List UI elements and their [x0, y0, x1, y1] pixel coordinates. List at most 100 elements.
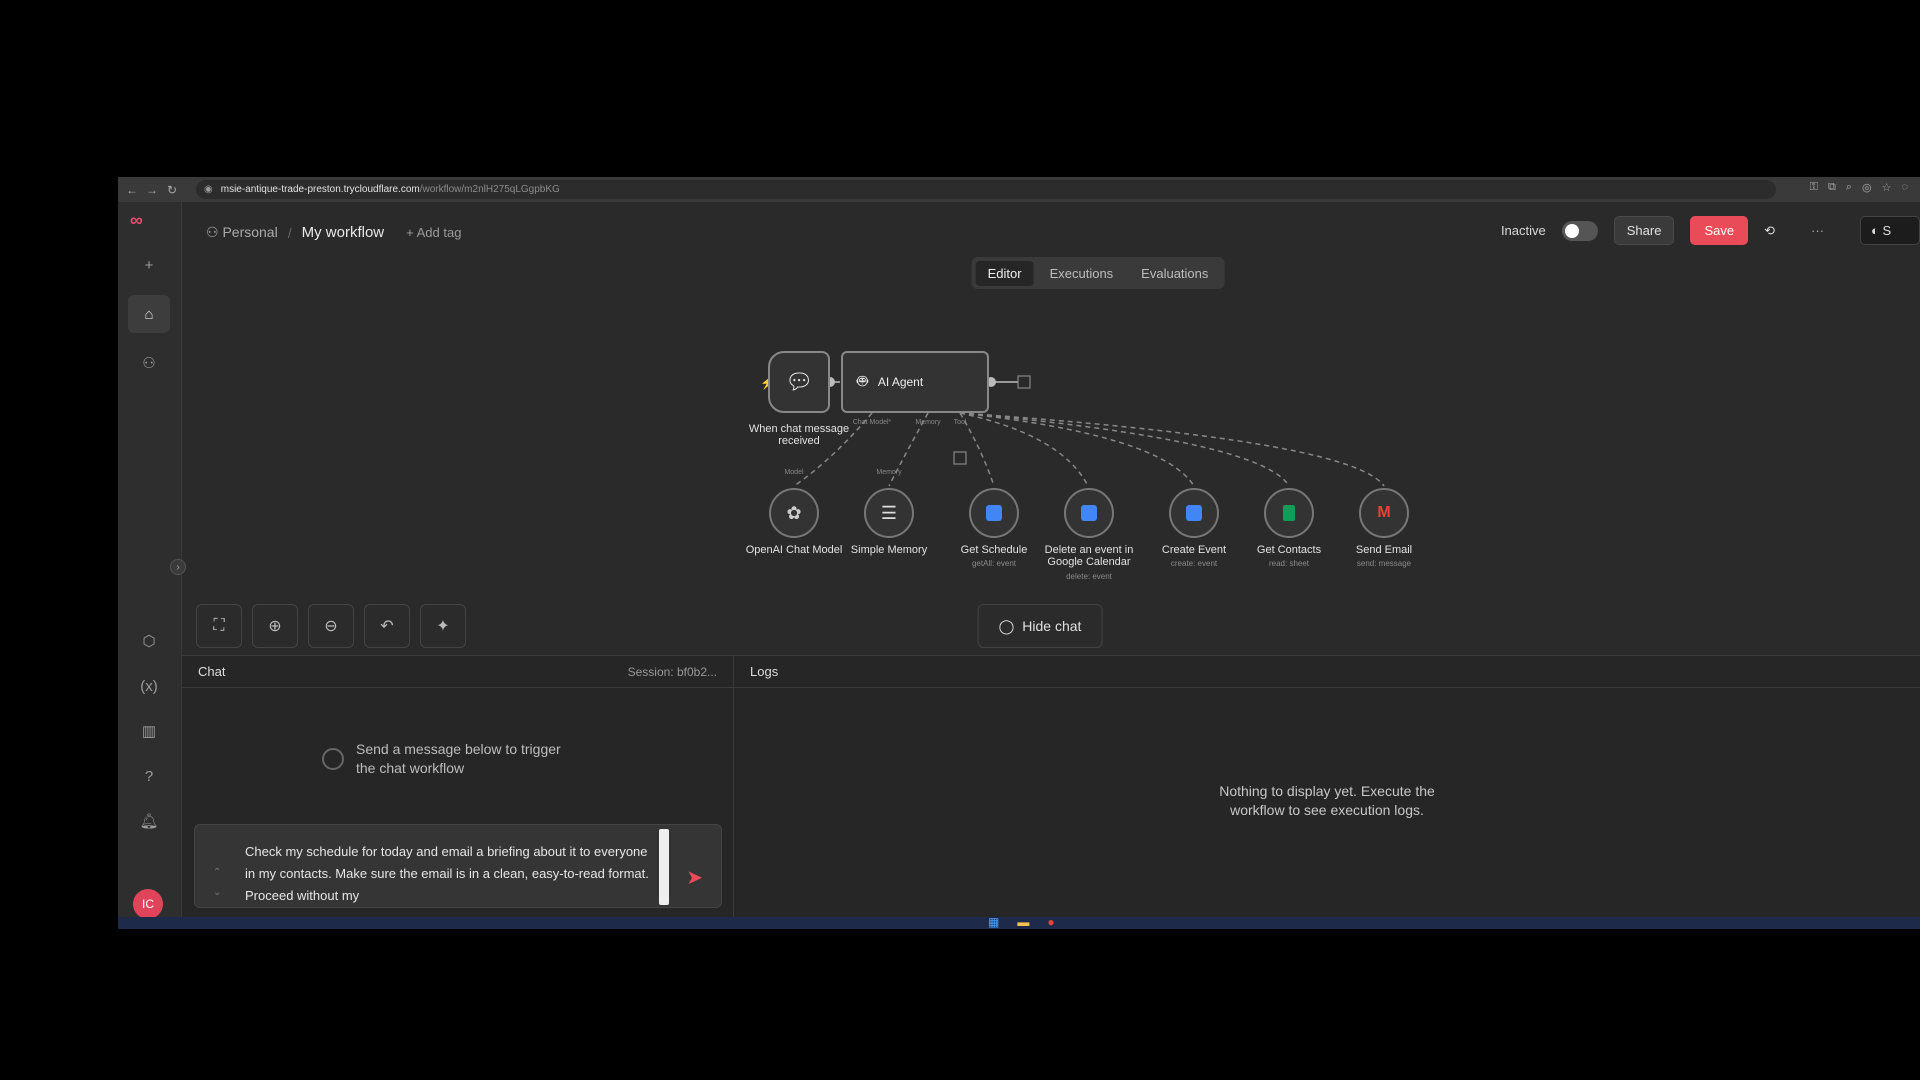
openai-icon: ✿ — [786, 502, 802, 523]
logs-pane: Logs Nothing to display yet. Execute the… — [734, 656, 1920, 929]
variables-icon[interactable]: (x) — [128, 667, 170, 705]
chat-title: Chat — [198, 664, 226, 679]
create-event-node[interactable] — [1169, 488, 1219, 538]
hide-chat-label: Hide chat — [1022, 618, 1082, 634]
history-arrows-icon[interactable]: ⌃ ⌄ — [213, 863, 221, 903]
header-actions: Inactive Share Save ⟲ ··· ◐ S — [1501, 216, 1920, 245]
workflow-canvas[interactable]: ⚡ 💬︎ When chat messagereceived 🤖︎ AI Age… — [182, 270, 1920, 655]
send-icon[interactable]: ➤ — [686, 865, 703, 890]
user-icon[interactable]: ⚇ — [128, 344, 170, 382]
chrome-icon[interactable]: ● — [1047, 915, 1054, 929]
google-calendar-icon — [1081, 505, 1097, 521]
bottom-panel: Chat Session: bf0b2... Send a message be… — [182, 655, 1920, 929]
chat-bubble-icon: 💬︎ — [785, 369, 813, 394]
more-options-button[interactable]: ··· — [1811, 223, 1824, 238]
undo-icon[interactable]: ↶ — [364, 604, 410, 648]
home-icon[interactable]: ⌂ — [128, 295, 170, 333]
hide-chat-button[interactable]: ◯ Hide chat — [977, 604, 1103, 648]
zoom-icon[interactable]: ⌕ — [1846, 181, 1852, 194]
input-scrollbar[interactable] — [659, 829, 669, 905]
canvas-controls: ⛶ ⊕ ⊖ ↶ ✦ — [196, 604, 466, 648]
eye-off-icon[interactable]: ◎ — [1862, 181, 1872, 194]
simple-memory-node[interactable]: ☰ — [864, 488, 914, 538]
forward-icon[interactable]: → — [146, 183, 158, 197]
github-star-button[interactable]: ◐ S — [1860, 216, 1920, 245]
port-memory: Memory — [915, 419, 941, 426]
logs-header: Logs — [734, 656, 1920, 688]
connection-lines: ⚡ — [760, 375, 1385, 487]
key-icon[interactable]: ⚿ — [1810, 181, 1818, 194]
taskbar-icons: ▦ ▬ ● — [988, 915, 1055, 929]
port-tool: Tool — [953, 419, 967, 426]
google-calendar-icon — [1186, 505, 1202, 521]
logs-empty-state: Nothing to display yet. Execute the work… — [1177, 782, 1477, 820]
zoom-in-icon[interactable]: ⊕ — [252, 604, 298, 648]
get-contacts-label: Get Contacts — [1256, 544, 1322, 556]
send-email-node[interactable]: M — [1359, 488, 1409, 538]
os-taskbar: ▦ ▬ ● — [118, 915, 1920, 929]
database-icon: ☰ — [880, 502, 898, 523]
url-domain: msie-antique-trade-preston.trycloudflare… — [220, 184, 420, 195]
browser-toolbar: ← → ↻ ◉ msie-antique-trade-preston.trycl… — [118, 177, 1920, 202]
translate-icon[interactable]: ⧉ — [1828, 181, 1836, 194]
save-button[interactable]: Save — [1690, 216, 1749, 245]
avatar[interactable]: IC — [133, 889, 163, 919]
github-icon: ◐ — [1871, 223, 1883, 238]
site-info-icon[interactable]: ◉ — [204, 184, 213, 195]
logs-empty-line2: workflow to see execution logs. — [1230, 802, 1424, 818]
help-icon[interactable]: ? — [128, 757, 170, 795]
robot-icon: 🤖︎ — [857, 370, 868, 391]
add-icon[interactable]: + — [128, 246, 170, 284]
add-tag-button[interactable]: + Add tag — [406, 225, 461, 240]
project-link[interactable]: ⚇ Personal — [206, 224, 278, 241]
n8n-logo[interactable]: ∞ — [130, 210, 143, 231]
profile-icon[interactable]: ◌ — [1901, 181, 1908, 194]
chat-message-input[interactable]: ⌃ ⌄ Check my schedule for today and email… — [194, 824, 722, 908]
active-toggle[interactable] — [1561, 220, 1598, 241]
breadcrumb-separator: / — [287, 224, 292, 241]
fit-view-icon[interactable]: ⛶ — [196, 604, 242, 648]
app-window: ← → ↻ ◉ msie-antique-trade-preston.trycl… — [118, 177, 1920, 929]
workflow-name[interactable]: My workflow — [302, 224, 385, 241]
chat-header: Chat Session: bf0b2... — [182, 656, 733, 688]
google-calendar-icon — [986, 505, 1002, 521]
history-icon[interactable]: ⟲ — [1764, 223, 1775, 239]
session-id[interactable]: Session: bf0b2... — [628, 665, 717, 679]
person-icon: ⚇ — [206, 224, 223, 240]
zoom-out-icon[interactable]: ⊖ — [308, 604, 354, 648]
add-tool-button — [953, 451, 967, 465]
notifications-icon[interactable]: 🔔︎ — [128, 802, 170, 840]
tidy-up-icon[interactable]: ✦ — [420, 604, 466, 648]
chat-icon: ◯ — [998, 617, 1015, 634]
chat-input-text[interactable]: Check my schedule for today and email a … — [245, 841, 655, 907]
openai-chat-model-node[interactable]: ✿ — [769, 488, 819, 538]
send-email-sub: send: message — [1356, 559, 1412, 568]
message-icon — [322, 748, 344, 770]
windows-icon[interactable]: ▦ — [988, 915, 999, 929]
folder-icon[interactable]: ▬ — [1017, 915, 1029, 929]
get-schedule-node[interactable] — [969, 488, 1019, 538]
chat-empty-line1: Send a message below to trigger — [356, 741, 561, 757]
ai-agent-node[interactable]: 🤖︎ AI Agent — [841, 351, 989, 413]
reload-icon[interactable]: ↻ — [166, 183, 178, 197]
templates-icon[interactable]: ⬡ — [128, 622, 170, 660]
trigger-label: When chat message received — [748, 423, 850, 447]
star-icon[interactable]: ☆ — [1882, 181, 1892, 194]
chat-trigger-node[interactable]: 💬︎ — [768, 351, 830, 413]
chat-pane: Chat Session: bf0b2... Send a message be… — [182, 656, 734, 929]
agent-label: AI Agent — [877, 375, 924, 389]
browser-extension-icons: ⚿ ⧉ ⌕ ◎ ☆ ◌ — [1810, 181, 1908, 194]
active-status-label: Inactive — [1500, 223, 1546, 238]
delete-event-sub: delete: event — [1066, 572, 1112, 581]
back-icon[interactable]: ← — [126, 183, 138, 197]
address-bar[interactable]: ◉ msie-antique-trade-preston.trycloudfla… — [196, 180, 1776, 199]
send-email-label: Send Email — [1355, 544, 1413, 556]
delete-event-label: Delete an event in Google Calendar — [1044, 544, 1134, 568]
delete-event-node[interactable] — [1064, 488, 1114, 538]
get-contacts-node[interactable] — [1264, 488, 1314, 538]
insights-icon[interactable]: ▥ — [128, 712, 170, 750]
github-label: S — [1882, 223, 1892, 238]
google-sheets-icon — [1283, 505, 1295, 521]
get-schedule-sub: getAll: event — [971, 559, 1017, 568]
share-button[interactable]: Share — [1613, 216, 1675, 245]
